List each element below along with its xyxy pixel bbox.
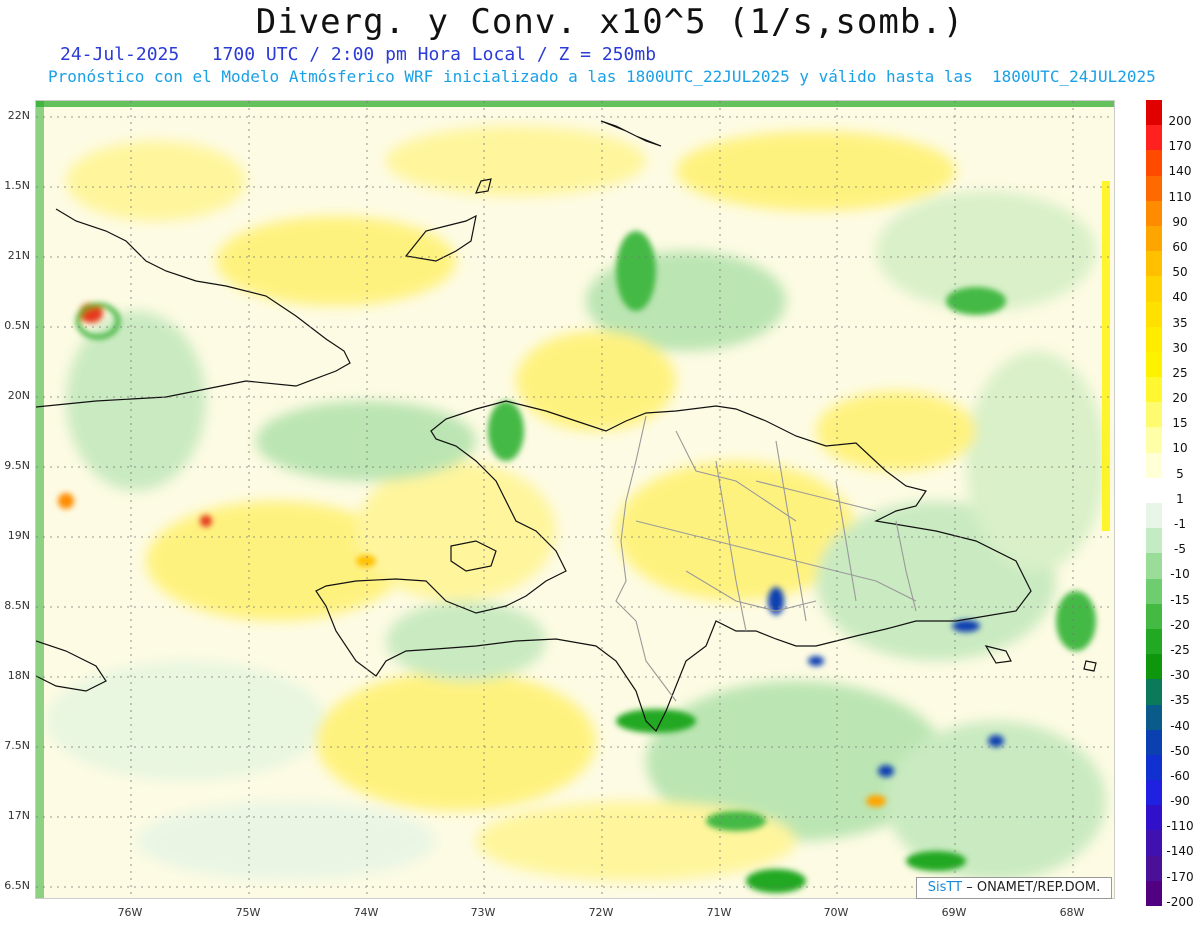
colorbar-segment [1146,225,1162,252]
colorbar-segment [1146,603,1162,629]
colorbar-segment [1146,704,1162,730]
lon-label: 76W [117,906,143,919]
colorbar-tick-label: -200 [1166,894,1194,909]
lon-label: 71W [706,906,732,919]
lat-label: 17N [7,809,30,822]
lon-label: 69W [941,906,967,919]
colorbar-tick-label: 35 [1172,315,1188,330]
colorbar-segment [1146,855,1162,881]
colorbar-tick-label: 50 [1172,265,1188,280]
colorbar-tick-label: 20 [1172,391,1188,406]
forecast-date-subtitle: 24-Jul-2025 1700 UTC / 2:00 pm Hora Loca… [60,44,657,65]
colorbar-segment [1146,628,1162,655]
colorbar-tick-label: -170 [1166,869,1194,884]
lon-label: 70W [823,906,849,919]
colorbar-segment [1146,301,1162,327]
colorbar-tick-label: -90 [1170,794,1190,809]
colorbar-segment [1146,805,1162,831]
colorbar-segment [1146,251,1162,277]
map-canvas [36,101,1114,898]
colorbar-segment [1146,754,1162,781]
colorbar-tick-label: -60 [1170,768,1190,783]
lat-label: 20N [7,389,30,402]
lat-label: 19N [7,529,30,542]
colorbar-segment [1146,553,1162,579]
colorbar-tick-label: -1 [1174,517,1186,531]
lon-label: 72W [588,906,614,919]
colorbar-tick-label: 30 [1172,340,1188,355]
colorbar-tick-label: 90 [1172,214,1188,229]
colorbar-tick-label: -10 [1170,567,1190,582]
colorbar-segment [1146,679,1162,705]
lon-label: 73W [470,906,496,919]
model-info-subtitle: Pronóstico con el Modelo Atmósferico WRF… [48,67,1156,86]
colorbar-tick-label: 140 [1168,164,1192,179]
colorbar-tick-label: -30 [1170,668,1190,683]
colorbar-segment [1146,427,1162,453]
colorbar-tick-label: 200 [1168,114,1192,128]
colorbar-segment [1146,402,1162,428]
map-title: Diverg. y Conv. x10^5 (1/s,somb.) [255,2,965,42]
colorbar-tick-label: 110 [1168,189,1192,204]
colorbar-segment [1146,125,1162,151]
colorbar-tick-label: -20 [1170,617,1190,632]
lat-label: 6.5N [4,879,30,892]
colorbar-segment [1146,780,1162,806]
lat-label: 22N [7,109,30,122]
colorbar-tick-label: -110 [1166,819,1194,834]
lat-label: 8.5N [4,599,30,612]
colorbar-segment [1146,452,1162,478]
colorbar-segment [1146,200,1162,226]
colorbar-segment [1146,150,1162,176]
colorbar-segment [1146,880,1162,906]
colorbar-tick-label: 60 [1172,239,1188,254]
lat-label: 21N [7,249,30,262]
colorbar-segment [1146,528,1162,554]
colorbar-tick-label: -50 [1170,743,1190,758]
colorbar-segment [1146,276,1162,302]
colorbar-tick-label: -35 [1170,693,1190,708]
colorbar-tick-label: -25 [1170,642,1190,657]
credit-text: – ONAMET/REP.DOM. [966,880,1101,895]
colorbar [1146,100,1162,906]
divergence-map [35,100,1115,899]
colorbar-segment [1146,351,1162,378]
colorbar-tick-label: -140 [1166,844,1194,859]
lon-label: 68W [1059,906,1085,919]
colorbar-segment [1146,654,1162,680]
lon-label: 74W [353,906,379,919]
colorbar-tick-label: 170 [1168,139,1192,154]
colorbar-segment [1146,578,1162,604]
credit-box: SisTT – ONAMET/REP.DOM. [916,877,1112,899]
colorbar-segment [1146,175,1162,201]
lat-label: 9.5N [4,459,30,472]
colorbar-tick-label: 15 [1172,416,1188,431]
colorbar-segment [1146,326,1162,352]
colorbar-tick-label: -40 [1170,718,1190,733]
lat-label: 0.5N [4,319,30,332]
colorbar-tick-label: 25 [1172,365,1188,380]
colorbar-tick-label: 10 [1172,441,1188,456]
colorbar-segment [1146,830,1162,856]
colorbar-tick-label: -5 [1174,542,1186,557]
colorbar-segment [1146,503,1162,529]
colorbar-segment [1146,377,1162,403]
colorbar-tick-label: -15 [1170,592,1190,607]
colorbar-tick-label: 5 [1176,466,1184,481]
lat-label: 7.5N [4,739,30,752]
colorbar-segment [1146,477,1162,503]
colorbar-tick-label: 1 [1176,491,1184,506]
lat-label: 1.5N [4,179,30,192]
colorbar-segment [1146,100,1162,126]
colorbar-segment [1146,729,1162,755]
lon-label: 75W [235,906,261,919]
lat-label: 18N [7,669,30,682]
colorbar-tick-label: 40 [1172,290,1188,305]
credit-brand: SisTT [927,880,963,895]
